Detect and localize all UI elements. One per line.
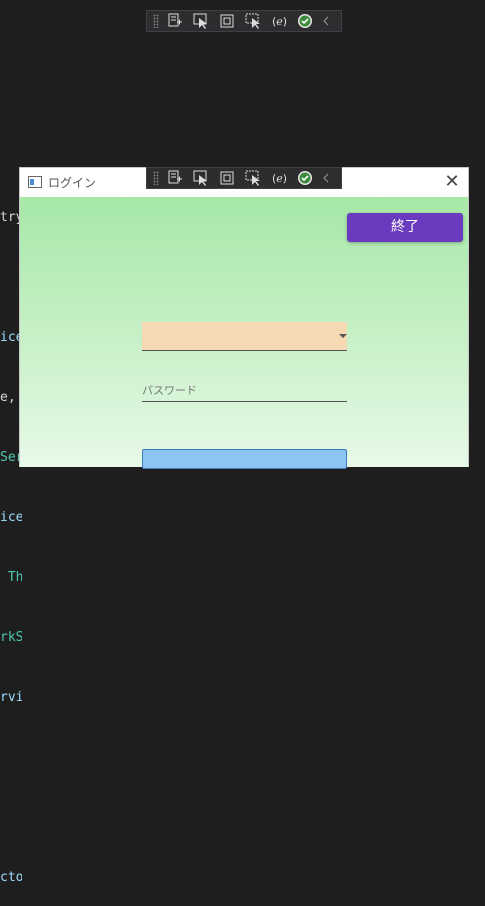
svg-text:(ℯ): (ℯ) <box>272 15 287 28</box>
login-form: 終了 パスワード <box>20 197 468 469</box>
binding-failures-icon[interactable]: (ℯ) <box>269 169 289 187</box>
exit-button[interactable]: 終了 <box>347 213 463 242</box>
code-line: ice <box>0 510 22 525</box>
xaml-debug-toolbar-window: (ℯ) <box>146 167 342 189</box>
display-layout-adorners-icon[interactable] <box>217 12 237 30</box>
toolbar-grip[interactable] <box>153 171 159 185</box>
role-combobox[interactable] <box>142 322 347 351</box>
login-window: ログイン ✕ 終了 パスワード <box>19 167 469 469</box>
svg-text:(ℯ): (ℯ) <box>272 172 287 185</box>
live-tree-icon[interactable] <box>165 169 185 187</box>
password-underline <box>142 401 347 402</box>
login-button[interactable] <box>142 449 347 469</box>
close-icon[interactable]: ✕ <box>442 172 462 192</box>
toolbar-grip[interactable] <box>153 14 159 28</box>
code-line: rkS <box>0 630 22 645</box>
select-element-icon[interactable] <box>191 12 211 30</box>
select-element-icon[interactable] <box>191 169 211 187</box>
code-line: Th <box>0 570 22 585</box>
hot-reload-ok-icon[interactable] <box>295 12 315 30</box>
xaml-debug-toolbar-top: (ℯ) <box>146 10 342 32</box>
track-focus-icon[interactable] <box>243 169 263 187</box>
track-focus-icon[interactable] <box>243 12 263 30</box>
dropdown-arrow-icon[interactable] <box>339 334 347 338</box>
password-field[interactable]: パスワード <box>142 382 197 398</box>
window-app-icon <box>28 176 42 188</box>
hot-reload-ok-icon[interactable] <box>295 169 315 187</box>
live-tree-icon[interactable] <box>165 12 185 30</box>
code-line: rvi <box>0 690 22 705</box>
window-title: ログイン <box>48 176 97 190</box>
collapse-chevron-icon[interactable] <box>321 12 331 30</box>
collapse-chevron-icon[interactable] <box>321 169 331 187</box>
binding-failures-icon[interactable]: (ℯ) <box>269 12 289 30</box>
display-layout-adorners-icon[interactable] <box>217 169 237 187</box>
code-line: cto <box>0 870 22 885</box>
